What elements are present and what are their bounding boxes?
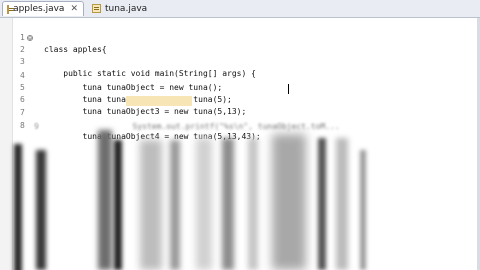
code-line: 7 tuna tunaObject4 = new tuna(5,13,43); — [0, 95, 480, 141]
tab-apples-java[interactable]: apples.java ✕ — [2, 1, 84, 16]
code-line: 2 ⊖ public static void main(String[] arg… — [0, 32, 480, 78]
editor-tab-bar: apples.java ✕ tuna.java — [0, 0, 480, 18]
close-icon[interactable]: ✕ — [70, 4, 78, 14]
tab-label: apples.java — [13, 4, 65, 14]
code-line: 3 — [0, 44, 480, 66]
blurred-region: 9 System.out.printf("%s\n", tunaObject.t… — [0, 120, 480, 270]
occurrence-highlight — [126, 96, 192, 106]
code-line: 4 tuna tunaObject = new tuna(); — [0, 58, 480, 92]
code-line: 1 class apples{ — [0, 20, 480, 54]
tab-tuna-java[interactable]: tuna.java — [88, 1, 168, 16]
line-number: 9 — [34, 122, 39, 131]
code-line: 8 — [0, 108, 480, 130]
text-cursor — [288, 84, 289, 94]
fold-toggle-icon[interactable]: ⊖ — [27, 35, 33, 42]
tab-label: tuna.java — [105, 3, 148, 14]
code-line: 6 tuna tunaObject3 = new tuna(5,13); — [0, 82, 480, 116]
code-editor[interactable]: 1 class apples{ 2 ⊖ public static void m… — [0, 18, 480, 270]
code-text: System.out.printf("%s\n", tunaObject.toM… — [94, 122, 340, 131]
code-line: 5 tuna tunaObject2 = new tuna(5); — [0, 70, 480, 104]
java-file-icon — [92, 4, 101, 13]
java-file-icon — [7, 4, 15, 14]
